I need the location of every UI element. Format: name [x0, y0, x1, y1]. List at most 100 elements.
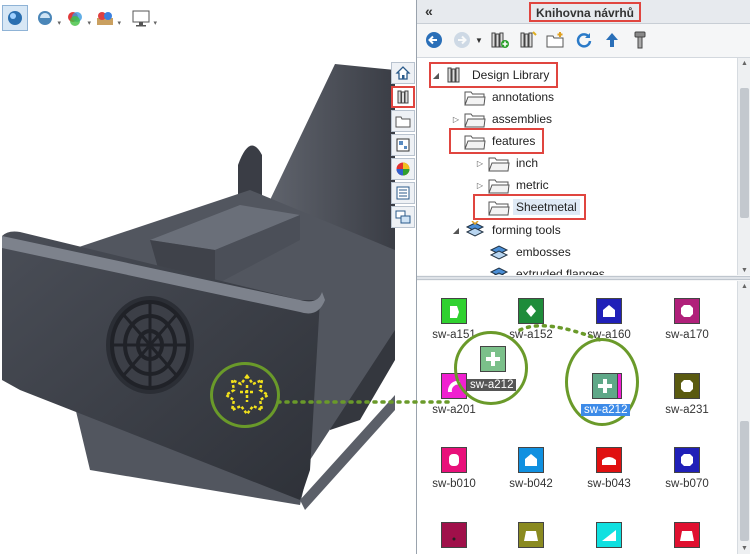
thumbnail-label: sw-a151 [432, 329, 476, 341]
grid-scroll-thumb[interactable] [740, 421, 749, 541]
forming-tool-preview-icon [596, 298, 622, 324]
design-library-icon [444, 66, 466, 84]
scroll-down-icon[interactable]: ▼ [741, 267, 748, 274]
library-thumbnail[interactable] [494, 522, 568, 553]
forward-icon[interactable] [451, 29, 473, 51]
expand-arrow-icon[interactable]: ▷ [451, 115, 461, 124]
library-thumbnail-sw-a231[interactable]: sw-a231 [650, 373, 724, 416]
forming-tool-preview-icon [441, 373, 467, 399]
tree-item-assemblies[interactable]: ▷ assemblies [451, 108, 555, 130]
folder-icon [464, 132, 486, 150]
library-thumbnail-sw-b010[interactable]: sw-b010 [417, 447, 491, 490]
tree-item-design-library[interactable]: ◢ Design Library [428, 62, 559, 88]
back-icon[interactable] [423, 29, 445, 51]
collapse-arrow-icon[interactable]: ◢ [451, 226, 461, 235]
library-thumbnail-sw-a160[interactable]: sw-a160 [572, 298, 646, 341]
tree-item-sheetmetal[interactable]: Sheetmetal [473, 194, 586, 220]
tree-item-label: Design Library [472, 68, 550, 82]
library-thumbnail[interactable] [572, 522, 646, 553]
tree-item-label: metric [516, 178, 549, 192]
forming-tool-preview-icon [518, 447, 544, 473]
tree-item-extruded-flanges[interactable]: extruded flanges [475, 263, 608, 275]
scroll-up-icon[interactable]: ▲ [741, 283, 748, 290]
add-to-library-icon[interactable] [489, 29, 511, 51]
library-thumbnail-sw-a170[interactable]: sw-a170 [650, 298, 724, 341]
expand-arrow-icon[interactable]: ▷ [475, 159, 485, 168]
appearances-tab-icon[interactable] [391, 158, 415, 180]
library-thumbnail-sw-a152[interactable]: sw-a152 [494, 298, 568, 341]
up-one-level-icon[interactable] [601, 29, 623, 51]
tree-item-label: extruded flanges [516, 267, 605, 275]
folder-icon [464, 110, 486, 128]
scroll-up-icon[interactable]: ▲ [741, 60, 748, 67]
tree-item-features[interactable]: ◢features [448, 128, 545, 154]
collapse-panel-button[interactable]: « [425, 3, 433, 19]
folder-icon [488, 154, 510, 172]
expand-arrow-icon[interactable]: ▷ [475, 181, 485, 190]
tree-item-label: assemblies [492, 112, 553, 126]
library-thumbnail-sw-b042[interactable]: sw-b042 [494, 447, 568, 490]
view-heads-up-toolbar: ▾ ▾ ▾ ▾ [0, 4, 157, 32]
forming-tool-preview-icon [441, 298, 467, 324]
appearance-icon[interactable]: ▾ [62, 5, 91, 31]
library-thumbnail-grid: sw-a151 sw-a152 sw-a160 sw-a170 sw-a201 sw-a2… [417, 281, 750, 554]
library-tree: ◢Design Libraryannotations▷assemblies◢fe… [417, 57, 750, 275]
collapse-arrow-icon[interactable]: ◢ [431, 71, 441, 80]
library-thumbnail-sw-b043[interactable]: sw-b043 [572, 447, 646, 490]
thumbnail-label: sw-b042 [509, 478, 553, 490]
design-library-panel: « Knihovna návrhů ▼ ◢ Design Library ann… [416, 0, 750, 554]
library-thumbnail-sw-a151[interactable]: sw-a151 [417, 298, 491, 341]
refresh-icon[interactable] [573, 29, 595, 51]
add-file-location-icon[interactable] [517, 29, 539, 51]
tree-item-label: Sheetmetal [513, 199, 580, 215]
library-thumbnail-sw-b070[interactable]: sw-b070 [650, 447, 724, 490]
file-explorer-tab-icon[interactable] [391, 110, 415, 132]
sheetmetal-part-model[interactable] [0, 0, 416, 554]
tree-item-label: forming tools [492, 223, 561, 237]
display-style-icon[interactable]: ▾ [32, 5, 61, 31]
tree-item-metric[interactable]: ▷ metric [475, 174, 552, 196]
create-new-folder-icon[interactable] [545, 29, 567, 51]
forming-tool-preview-icon [596, 373, 622, 399]
tree-item-embosses[interactable]: embosses [475, 241, 574, 263]
view-palette-tab-icon[interactable] [391, 134, 415, 156]
panel-toolbar: ▼ [417, 25, 750, 55]
home-tab-icon[interactable] [391, 62, 415, 84]
history-dropdown-icon[interactable]: ▼ [475, 36, 483, 45]
forming-tool-preview-icon [674, 447, 700, 473]
forming-tool-item-icon [488, 265, 510, 275]
forming-tool-item-icon [488, 243, 510, 261]
forming-tool-preview-icon [596, 522, 622, 548]
library-thumbnail[interactable] [650, 522, 724, 553]
forum-tab-icon[interactable] [391, 206, 415, 228]
library-thumbnail[interactable] [417, 522, 491, 553]
panel-splitter[interactable] [417, 276, 750, 280]
generate-toolbox-icon[interactable] [629, 29, 651, 51]
design-library-tab-icon[interactable] [391, 86, 415, 108]
forming-tool-preview-icon [596, 447, 622, 473]
library-thumbnail-sw-a203[interactable]: sw-a203 [572, 373, 646, 416]
library-thumbnail-sw-a201[interactable]: sw-a201 [417, 373, 491, 416]
grid-scrollbar[interactable]: ▲ ▼ [737, 281, 750, 554]
tree-scroll-thumb[interactable] [740, 88, 749, 218]
tree-item-label: embosses [516, 245, 571, 259]
view-orientation-icon[interactable] [2, 5, 28, 31]
graphics-viewport[interactable]: ▾ ▾ ▾ ▾ [0, 0, 416, 554]
tree-item-label: annotations [492, 90, 555, 104]
forming-tools-icon [464, 221, 486, 239]
custom-properties-tab-icon[interactable] [391, 182, 415, 204]
tree-item-inch[interactable]: ▷ inch [475, 152, 541, 174]
tree-item-label: inch [516, 156, 539, 170]
fan-vent-grille [106, 296, 194, 394]
view-settings-icon[interactable]: ▾ [128, 5, 157, 31]
apply-scene-icon[interactable]: ▾ [92, 5, 121, 31]
thumbnail-label: sw-a231 [665, 404, 709, 416]
tree-scrollbar[interactable]: ▲ ▼ [737, 58, 750, 275]
tree-item-label: features [492, 134, 536, 148]
task-pane-tabs [391, 62, 415, 228]
forming-tool-preview-icon [441, 447, 467, 473]
tree-item-forming-tools[interactable]: ◢ forming tools [451, 219, 564, 241]
thumbnail-label: sw-a201 [432, 404, 476, 416]
tree-item-annotations[interactable]: annotations [451, 86, 557, 108]
scroll-down-icon[interactable]: ▼ [741, 545, 748, 552]
